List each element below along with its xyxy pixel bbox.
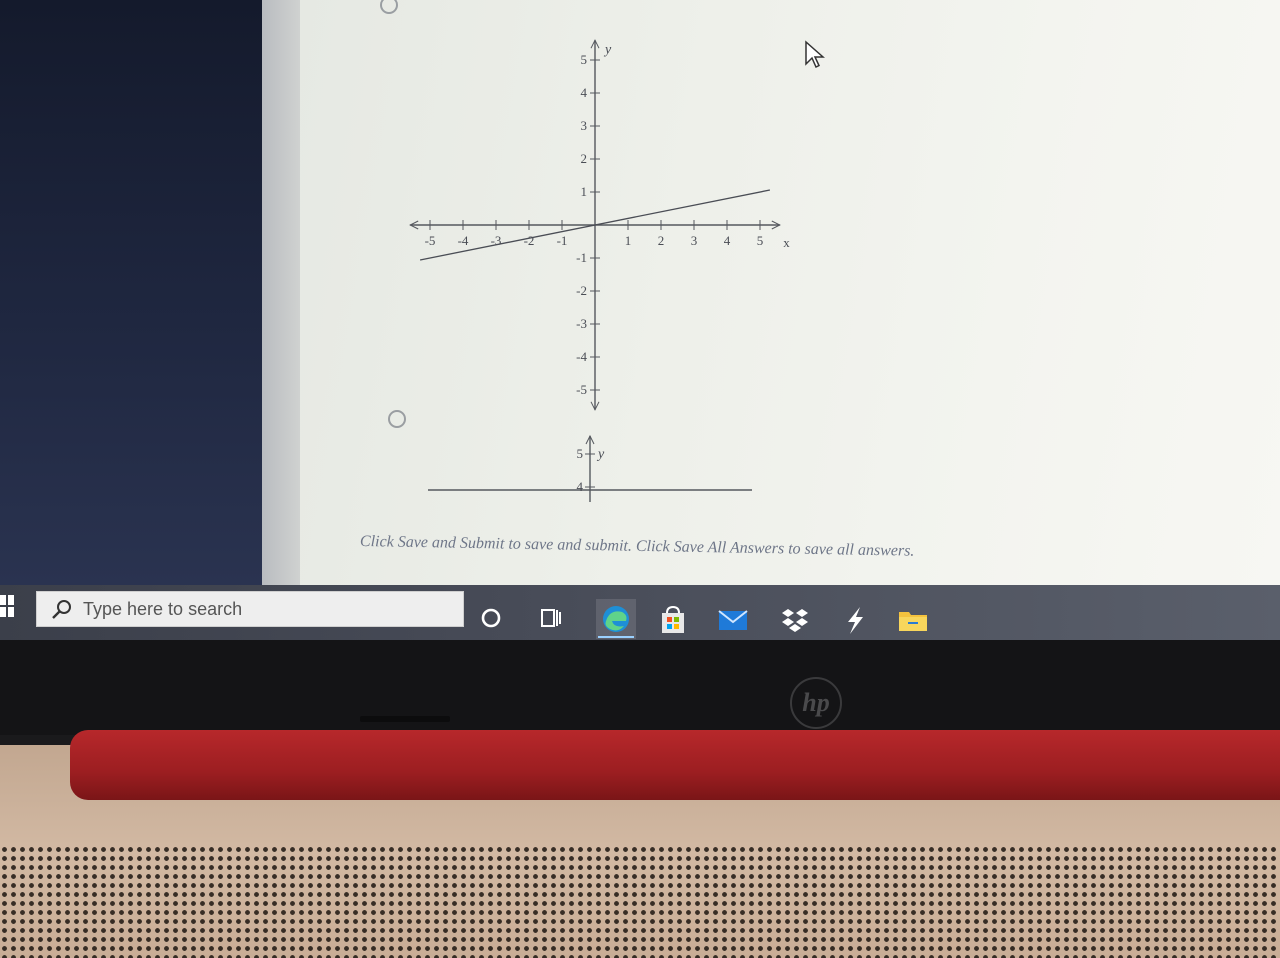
bolt-icon[interactable]: [838, 603, 872, 637]
y-tick-label: -3: [576, 316, 587, 331]
y-tick-label: -5: [576, 382, 587, 397]
x-tick-label: 2: [658, 233, 665, 248]
answer-graph-a: -5 -4 -3 -2 -1 1 2 3 4 554321-1-2-3-4-5xy: [409, 39, 790, 411]
speaker-grille: [0, 845, 1280, 958]
y-tick-label: -2: [576, 283, 587, 298]
left-sidebar-background: [0, 0, 280, 585]
laptop-bezel: [0, 640, 1280, 735]
mouse-cursor-icon: [805, 40, 825, 69]
search-placeholder: Type here to search: [83, 598, 243, 619]
cortana-icon[interactable]: [474, 603, 508, 637]
x-axis-label: x: [783, 235, 790, 250]
task-view-icon[interactable]: [534, 603, 568, 637]
bezel-lip: [360, 716, 450, 722]
x-tick-label: -5: [425, 233, 436, 248]
y-tick-label: 4: [577, 479, 584, 494]
screen: -5 -4 -3 -2 -1 1 2 3 4 5 5 4 3 2 1 -1 -2 -3 -4 -5 x y 54y Cli…: [0, 0, 1280, 640]
y-axis-label: y: [596, 447, 605, 462]
x-tick-label: 3: [691, 233, 698, 248]
store-icon[interactable]: [656, 603, 690, 637]
mail-icon[interactable]: [716, 603, 750, 637]
taskbar-search-box[interactable]: Type here to search: [36, 591, 464, 627]
x-tick-label: 5: [757, 233, 764, 248]
answer-option-radio-b[interactable]: [388, 410, 406, 428]
dropbox-icon[interactable]: [778, 603, 812, 637]
x-tick-label: -4: [458, 233, 469, 248]
laptop-hinge: [70, 730, 1280, 800]
hp-logo: hp: [790, 677, 842, 729]
x-tick-label: -2: [524, 233, 535, 248]
x-tick-label: 1: [625, 233, 632, 248]
y-tick-label: 4: [581, 85, 588, 100]
y-tick-label: -4: [576, 349, 587, 364]
y-tick-label: 3: [581, 118, 588, 133]
y-tick-label: 1: [581, 184, 588, 199]
search-icon: [52, 600, 71, 619]
y-tick-label: 5: [577, 446, 584, 461]
x-tick-label: -1: [557, 233, 568, 248]
y-tick-label: -1: [576, 250, 587, 265]
answer-graph-b: 5 4 y: [428, 434, 752, 502]
file-explorer-icon[interactable]: [896, 603, 930, 637]
edge-icon[interactable]: [596, 599, 636, 639]
x-tick-label: 4: [724, 233, 731, 248]
y-tick-label: 2: [581, 151, 588, 166]
y-tick-label: 5: [581, 52, 588, 67]
windows-start-icon[interactable]: [0, 593, 14, 619]
panel-divider: [262, 0, 304, 585]
windows-taskbar: Type here to search: [0, 585, 1280, 640]
y-axis-label: y: [603, 42, 612, 57]
